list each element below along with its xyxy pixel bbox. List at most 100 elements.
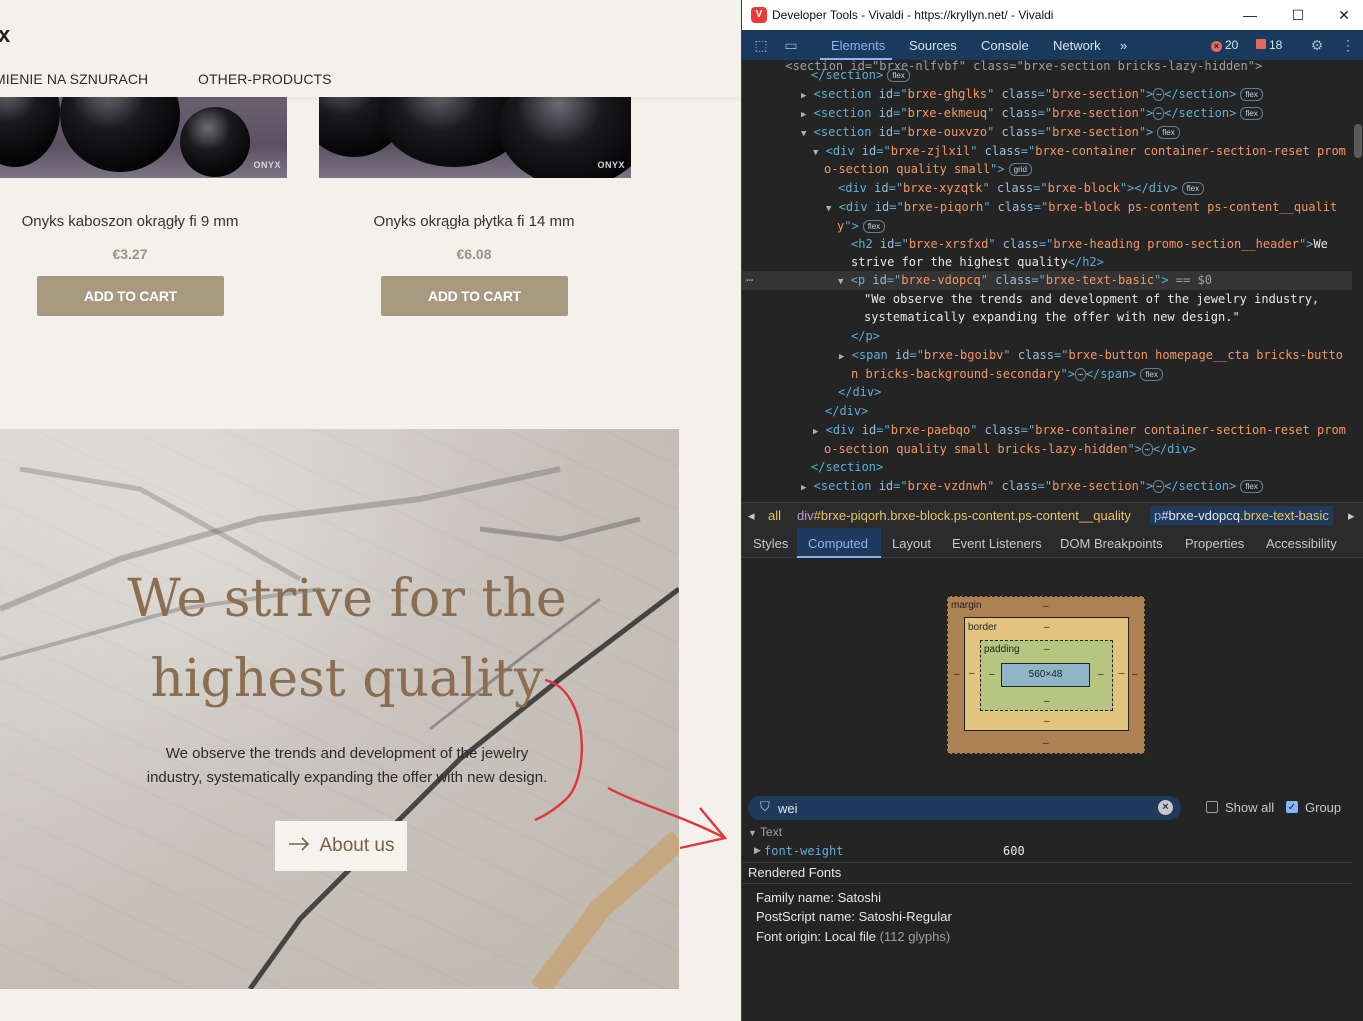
dom-node[interactable]: o-section quality small"> grid (742, 160, 1352, 179)
border-bottom-value: – (1044, 716, 1050, 727)
breadcrumb-item[interactable]: div#brxe-piqorh.brxe-block.ps-content.ps… (797, 508, 1131, 523)
font-origin: Font origin: Local file (112 glyphs) (756, 929, 951, 944)
box-model-panel: margin – – – – border – – – – padding – … (742, 558, 1352, 792)
dom-text-node[interactable]: systematically expanding the offer with … (742, 308, 1352, 327)
minimize-icon[interactable]: — (1238, 4, 1262, 26)
add-to-cart-button[interactable]: ADD TO CART (37, 276, 224, 316)
dom-node[interactable]: </div> (742, 383, 1352, 402)
box-model-padding[interactable]: padding – – – – 560×48 (980, 640, 1113, 711)
subtab-dom-breakpoints[interactable]: DOM Breakpoints (1060, 536, 1163, 551)
subtab-accessibility[interactable]: Accessibility (1266, 536, 1337, 551)
dom-tree[interactable]: <section id="brxe-nlfvbf" class="brxe-se… (742, 60, 1352, 500)
scrollbar-thumb[interactable] (1354, 124, 1362, 158)
tab-elements[interactable]: Elements (831, 38, 885, 53)
padding-bottom-value: – (1044, 696, 1050, 707)
maximize-icon[interactable]: ☐ (1286, 4, 1310, 26)
about-us-button[interactable]: About us (275, 821, 407, 871)
website-viewport: x MIENIE NA SZNURACH OTHER-PRODUCTS ONYX… (0, 0, 741, 1021)
show-all-checkbox[interactable] (1206, 801, 1218, 813)
site-logo[interactable]: x (0, 22, 10, 48)
margin-right-value: – (1132, 669, 1138, 680)
dom-node[interactable]: n bricks-background-secondary"> ⋯ </span> f… (742, 365, 1352, 384)
kebab-menu-icon[interactable]: ⋮ (1339, 36, 1357, 54)
border-right-value: – (1119, 668, 1125, 679)
dom-node[interactable]: </div> (742, 402, 1352, 421)
box-model-margin[interactable]: margin – – – – border – – – – padding – … (947, 596, 1145, 754)
inspect-element-icon[interactable]: ⬚ (752, 36, 770, 54)
gear-icon[interactable]: ⚙ (1308, 36, 1326, 54)
dom-node[interactable]: ▶ <div id="brxe-paebqo" class="brxe-cont… (742, 421, 1352, 440)
dom-node[interactable]: o-section quality small bricks-lazy-hidd… (742, 440, 1352, 459)
dom-node[interactable]: <h2 id="brxe-xrsfxd" class="brxe-heading… (742, 235, 1352, 254)
box-model-content[interactable]: 560×48 (1001, 663, 1090, 687)
rendered-fonts-header: Rendered Fonts (742, 862, 1352, 884)
breadcrumb-right-arrow-icon[interactable]: ▸ (1348, 508, 1355, 524)
font-family-name: Family name: Satoshi (756, 890, 881, 905)
padding-left-value: – (989, 669, 995, 680)
dom-node-selected[interactable]: ⋯ ▼ <p id="brxe-vdopcq" class="brxe-text-… (742, 271, 1352, 290)
product-name[interactable]: Onyks kaboszon okrągły fi 9 mm (0, 213, 280, 230)
dom-node[interactable]: </p> (742, 327, 1352, 346)
padding-label: padding (984, 644, 1020, 655)
about-us-label: About us (319, 835, 395, 856)
nav-item-other-products[interactable]: OTHER-PRODUCTS (198, 71, 332, 87)
tab-sources[interactable]: Sources (909, 38, 957, 53)
subtab-layout[interactable]: Layout (892, 536, 931, 551)
nav-item-kamienie[interactable]: MIENIE NA SZNURACH (0, 71, 148, 87)
subtab-properties[interactable]: Properties (1185, 536, 1244, 551)
devtools-window: V Developer Tools - Vivaldi - https://kr… (741, 0, 1363, 1021)
warning-count-badge[interactable]: 18 (1256, 38, 1282, 52)
group-label[interactable]: Group (1305, 800, 1341, 815)
dom-node[interactable]: ▶ <section id="brxe-ghglks" class="brxe-… (742, 85, 1352, 104)
subtab-computed[interactable]: Computed (808, 536, 868, 551)
computed-property-row[interactable]: ▶ font-weight 600 (742, 842, 1352, 860)
device-toggle-icon[interactable]: ▭ (782, 36, 800, 54)
filter-input[interactable]: ⛉ wei × (748, 796, 1181, 820)
tab-console[interactable]: Console (981, 38, 1029, 53)
clear-filter-icon[interactable]: × (1158, 800, 1173, 815)
padding-top-value: – (1044, 644, 1050, 655)
subtab-styles[interactable]: Styles (753, 536, 788, 551)
border-top-value: – (1044, 622, 1050, 633)
box-model-border[interactable]: border – – – – padding – – – – 560×48 (964, 617, 1129, 731)
product-image[interactable]: ONYX (0, 97, 287, 178)
show-all-label[interactable]: Show all (1225, 800, 1274, 815)
dom-node[interactable]: ▶ <span id="brxe-bgoibv" class="brxe-but… (742, 346, 1352, 365)
group-checkbox[interactable]: ✓ (1286, 801, 1298, 813)
dom-node[interactable]: ▶ <section id="brxe-ekmeuq" class="brxe-… (742, 104, 1352, 123)
close-icon[interactable]: ✕ (1332, 4, 1356, 26)
brand-watermark: ONYX (597, 160, 625, 170)
breadcrumb-item[interactable]: all (768, 508, 781, 523)
product-name[interactable]: Onyks okrągła płytka fi 14 mm (324, 213, 624, 230)
add-to-cart-button[interactable]: ADD TO CART (381, 276, 568, 316)
dom-node[interactable]: ▼ <section id="brxe-ouxvzo" class="brxe-… (742, 123, 1352, 142)
filter-icon: ⛉ (760, 799, 770, 814)
dom-node[interactable]: ▶ <section id="brxe-vzdnwh" class="brxe-… (742, 477, 1352, 496)
subtab-event-listeners[interactable]: Event Listeners (952, 536, 1042, 551)
dom-node[interactable]: strive for the highest quality</h2> (742, 253, 1352, 272)
tab-network[interactable]: Network (1053, 38, 1101, 53)
dom-text-node[interactable]: "We observe the trends and development o… (742, 290, 1352, 309)
product-image[interactable]: ONYX (319, 97, 631, 178)
dom-node[interactable]: <div id="brxe-xyzqtk" class="brxe-block"… (742, 179, 1352, 198)
product-price: €6.08 (456, 246, 492, 262)
property-name: font-weight (764, 844, 844, 858)
expand-arrow-icon[interactable]: ▶ (754, 845, 761, 856)
more-tabs-icon[interactable]: » (1120, 38, 1127, 53)
dom-node[interactable]: ▼ <div id="brxe-zjlxil" class="brxe-cont… (742, 142, 1352, 161)
breadcrumb-item-selected[interactable]: p#brxe-vdopcq.brxe-text-basic (1150, 506, 1333, 525)
dom-node[interactable]: </section> flex (742, 66, 1352, 85)
property-group-header[interactable]: ▼ Text (748, 825, 782, 839)
dom-node[interactable]: </section> (742, 458, 1352, 477)
breadcrumb-left-arrow-icon[interactable]: ◂ (748, 508, 755, 524)
margin-top-value: – (1043, 601, 1049, 612)
font-postscript-name: PostScript name: Satoshi-Regular (756, 909, 952, 924)
dom-scrollbar[interactable] (1352, 60, 1363, 500)
sidebar-scrollbar[interactable] (1352, 558, 1363, 1021)
filter-value: wei (778, 801, 798, 816)
dom-node[interactable]: y"> flex (742, 217, 1352, 236)
vivaldi-logo-icon: V (751, 7, 767, 23)
error-count-badge[interactable]: × 20 (1211, 38, 1238, 52)
arrow-right-icon (288, 835, 310, 857)
dom-node[interactable]: ▼ <div id="brxe-piqorh" class="brxe-bloc… (742, 198, 1352, 217)
